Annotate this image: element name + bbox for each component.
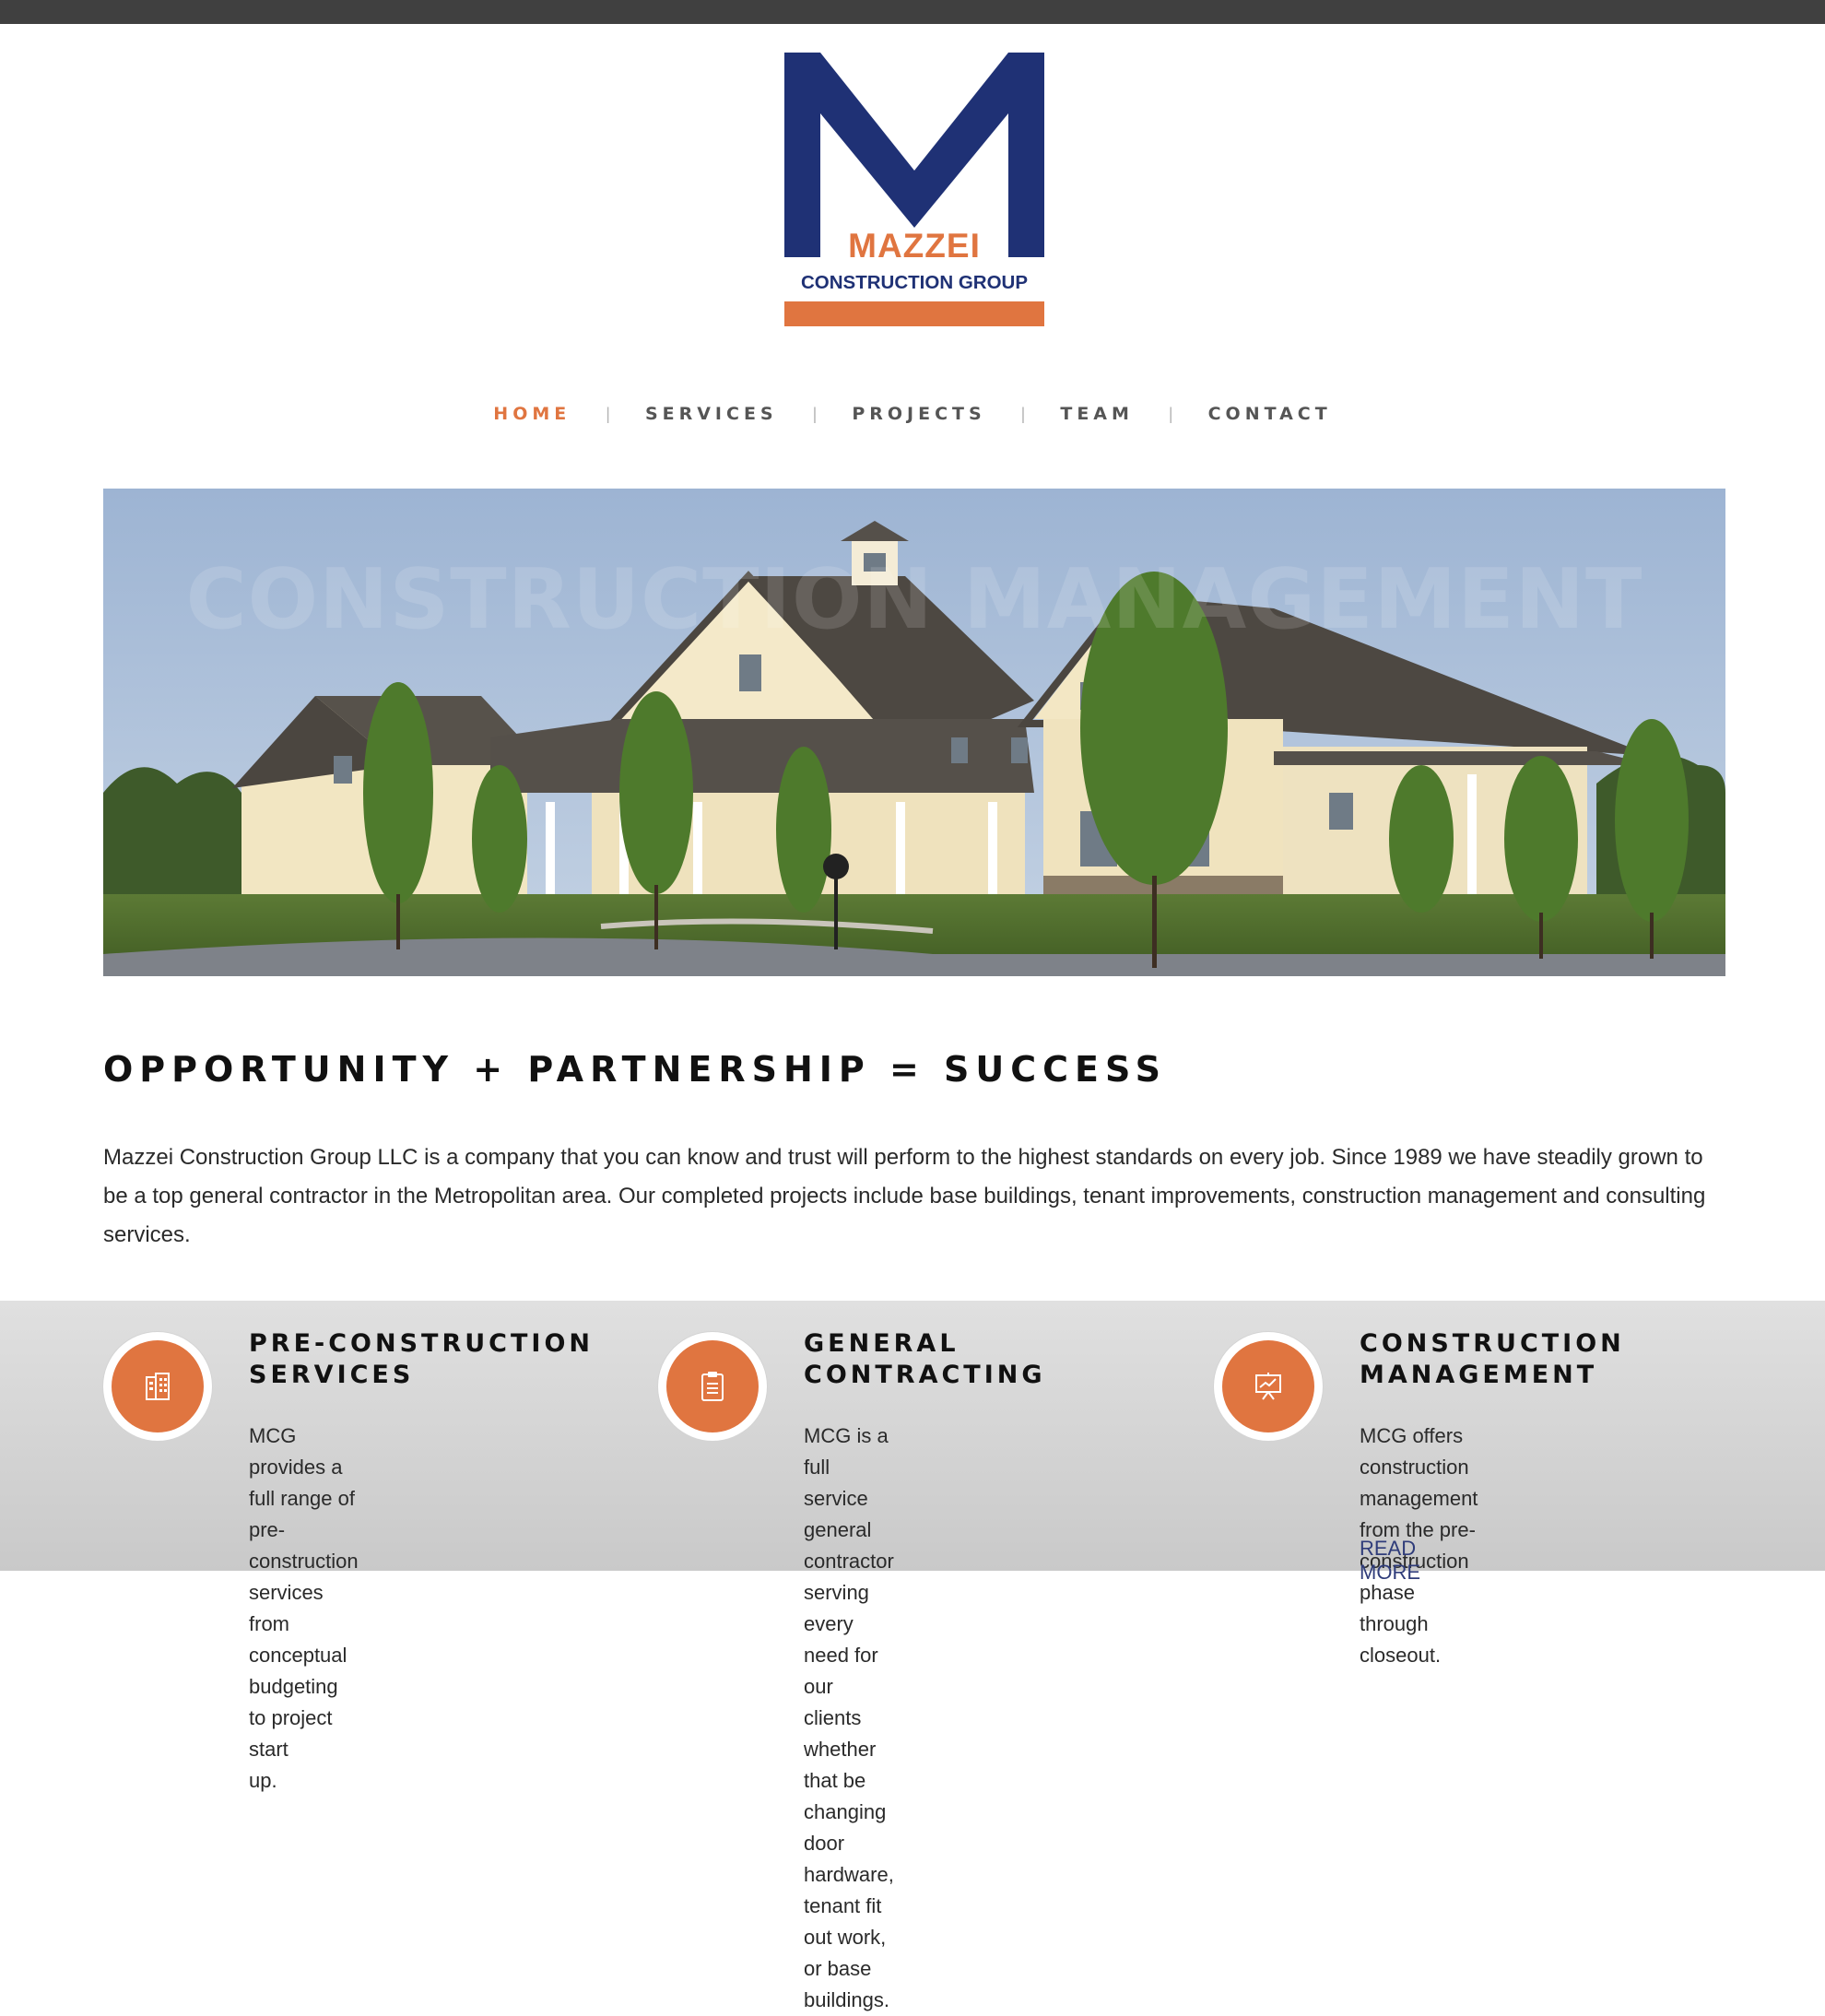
top-bar [0, 0, 1825, 24]
service-description: MCG provides a full range of pre-constru… [249, 1424, 359, 1792]
service-title: CONSTRUCTION MANAGEMENT [1360, 1329, 1625, 1389]
presentation-chart-icon [1222, 1340, 1314, 1432]
nav-contact[interactable]: CONTACT [1208, 404, 1332, 424]
nav-separator: | [1020, 404, 1026, 423]
service-icon-ring [1214, 1332, 1323, 1441]
nav-separator: | [606, 404, 610, 423]
page-headline: OPPORTUNITY + PARTNERSHIP = SUCCESS [103, 1049, 1168, 1090]
nav-team[interactable]: TEAM [1060, 404, 1134, 424]
nav-services[interactable]: SERVICES [645, 404, 778, 424]
service-title: PRE-CONSTRUCTION SERVICES [249, 1329, 594, 1389]
clipboard-icon [666, 1340, 759, 1432]
nav-separator: | [1168, 404, 1173, 423]
service-icon-ring [103, 1332, 212, 1441]
nav-home[interactable]: HOME [493, 404, 571, 424]
nav-separator: | [812, 404, 818, 423]
hero-overlay-text: CONSTRUCTION MANAGEMENT [185, 551, 1643, 648]
company-logo[interactable]: MAZZEI CONSTRUCTION GROUP [784, 53, 1044, 327]
service-description: MCG is a full service general contractor … [804, 1424, 894, 2011]
intro-paragraph: Mazzei Construction Group LLC is a compa… [103, 1145, 1706, 1247]
main-nav: HOME | SERVICES | PROJECTS | TEAM | CONT… [0, 400, 1825, 428]
building-icon [112, 1340, 204, 1432]
service-icon-ring [658, 1332, 767, 1441]
read-more-link[interactable]: READ MORE [1360, 1537, 1420, 1585]
service-title: GENERAL CONTRACTING [804, 1329, 1046, 1389]
svg-text:MAZZEI: MAZZEI [848, 227, 981, 265]
hero-image: CONSTRUCTION MANAGEMENT [103, 489, 1725, 976]
nav-projects[interactable]: PROJECTS [852, 404, 985, 424]
svg-text:CONSTRUCTION GROUP: CONSTRUCTION GROUP [801, 272, 1028, 293]
